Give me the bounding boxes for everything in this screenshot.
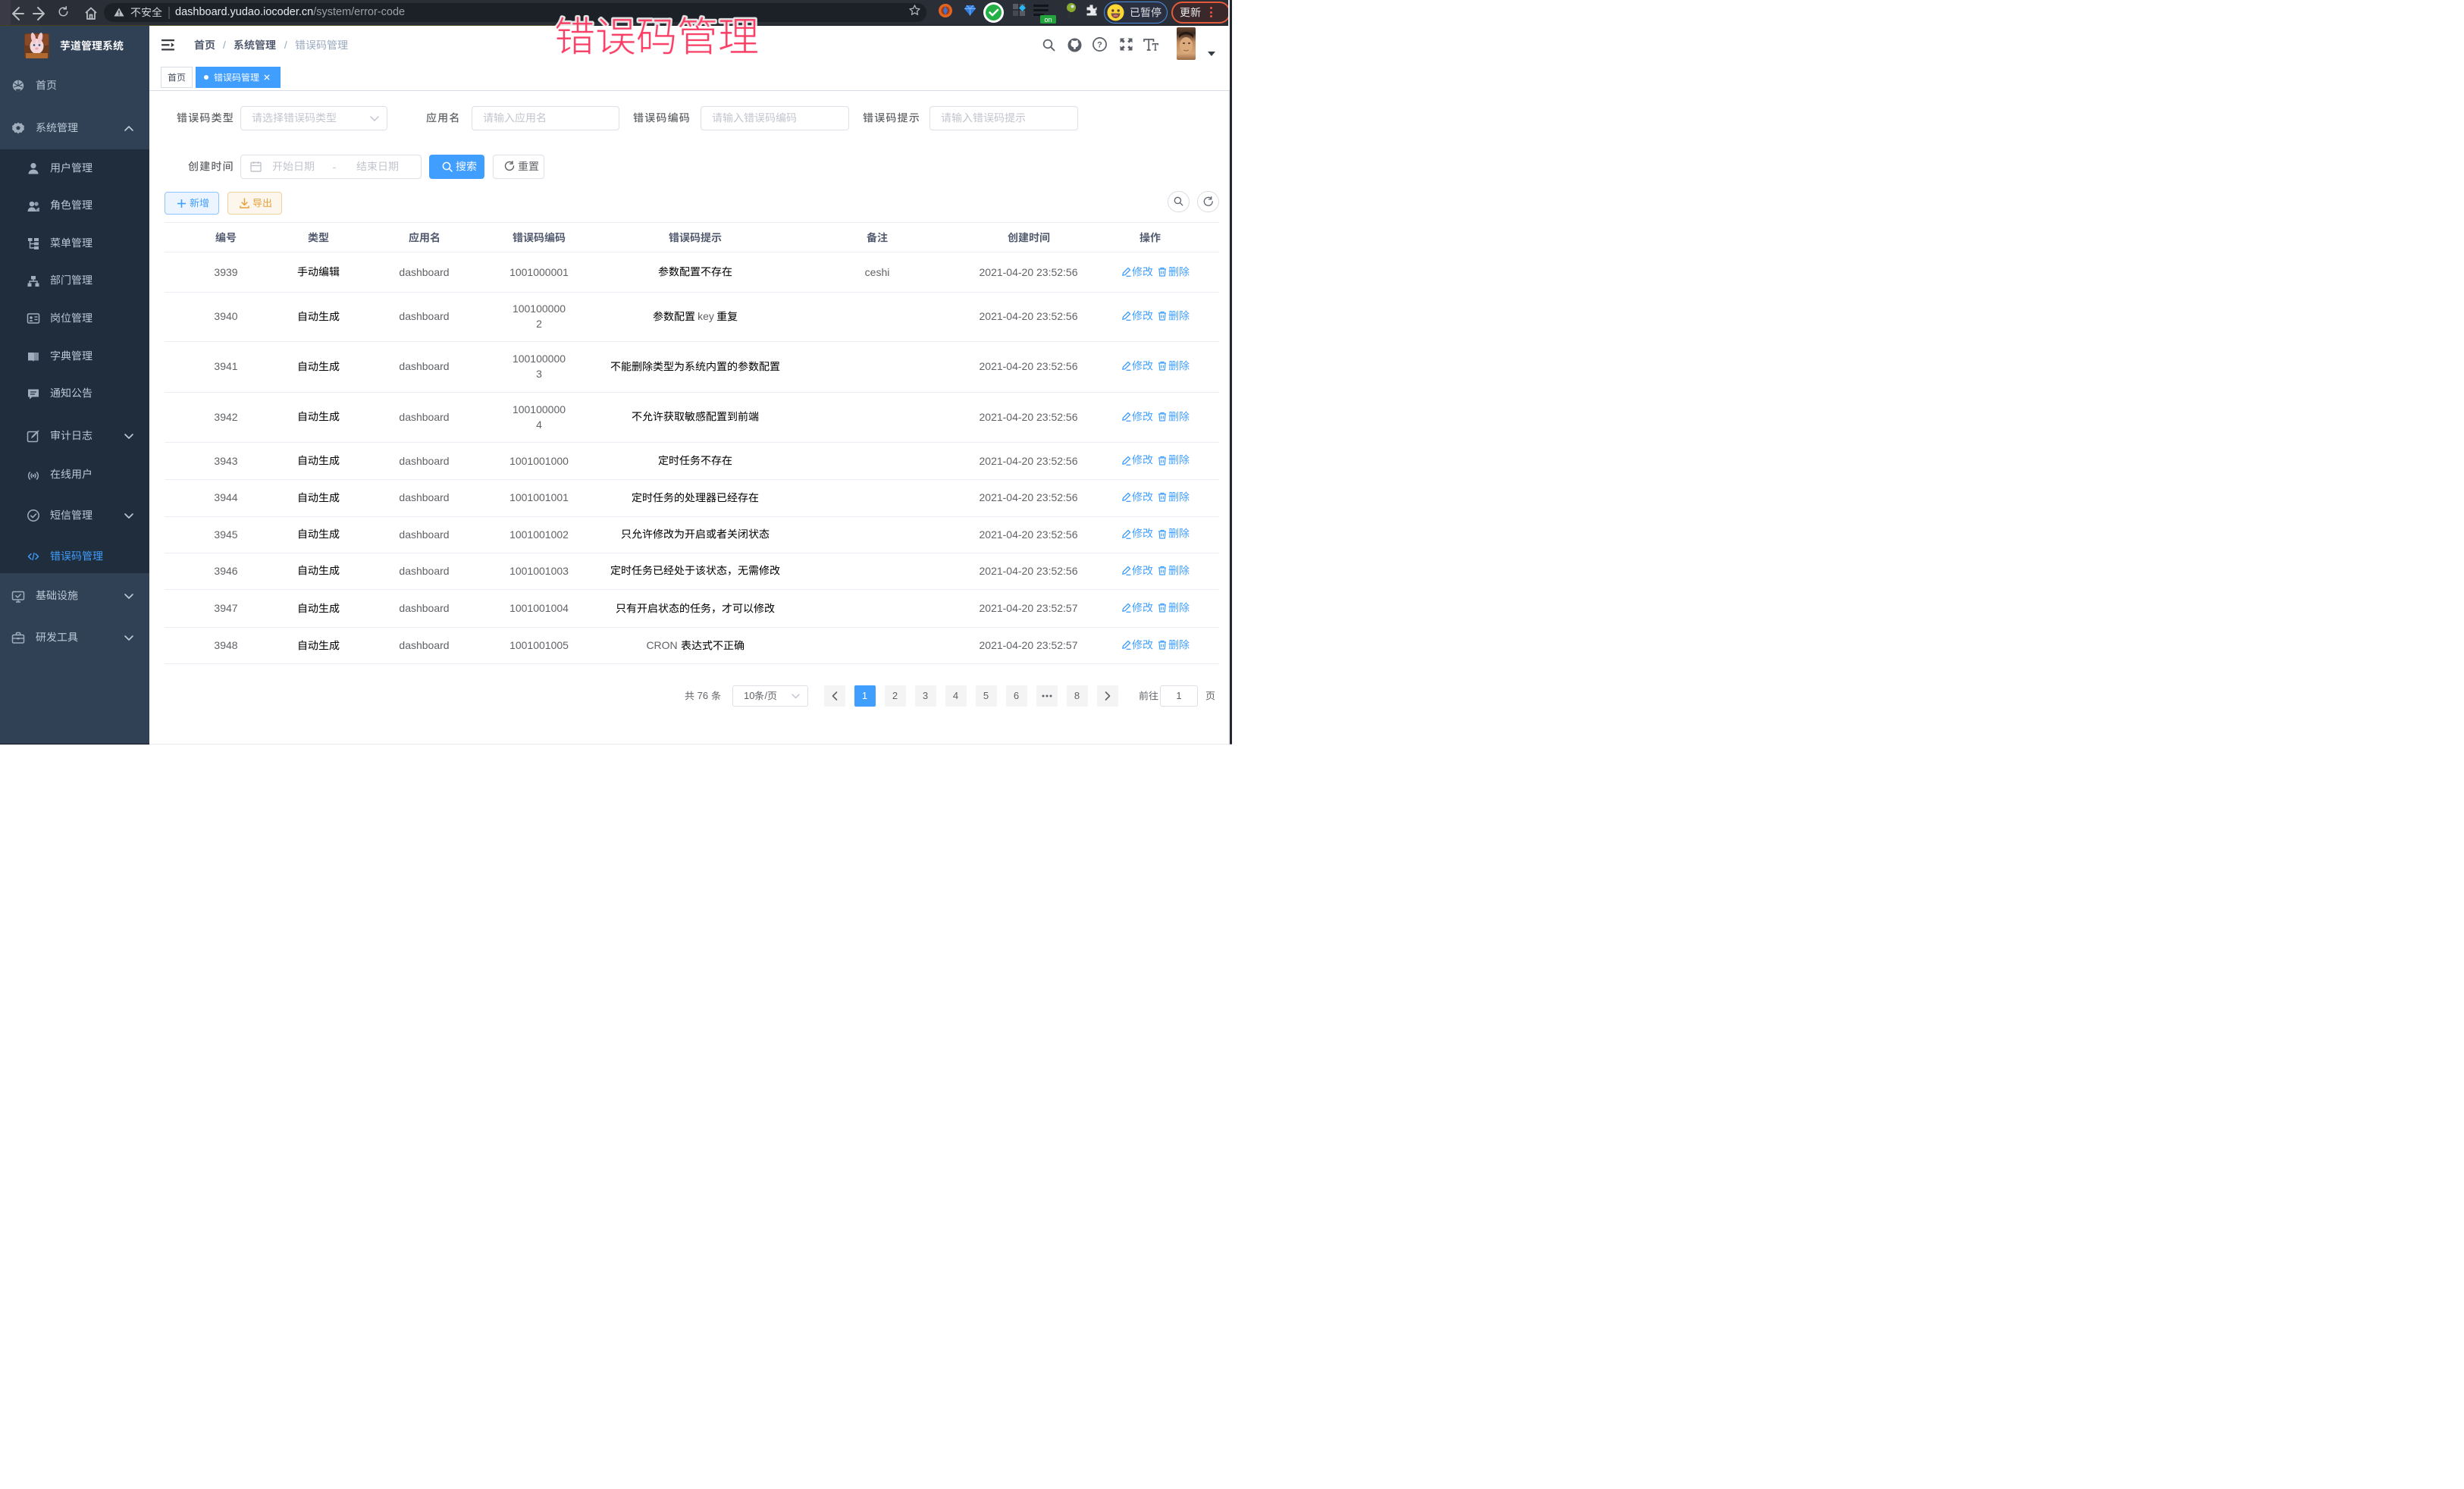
svg-text:on: on bbox=[1044, 16, 1052, 24]
svg-text:?: ? bbox=[1097, 41, 1102, 50]
